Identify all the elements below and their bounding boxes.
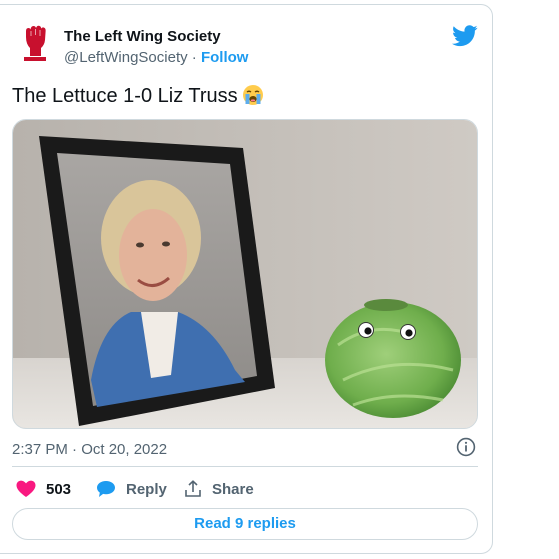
share-label: Share <box>212 480 254 498</box>
like-button[interactable]: 503 <box>16 479 71 499</box>
tweet-body: The Lettuce 1-0 Liz Truss <box>12 85 238 107</box>
read-replies-button[interactable]: Read 9 replies <box>12 508 478 540</box>
follow-button[interactable]: Follow <box>201 49 249 66</box>
loudly-crying-face-icon <box>242 85 263 105</box>
tweet-timestamp[interactable]: 2:37 PM · Oct 20, 2022 <box>12 441 167 458</box>
handle-separator: · <box>187 49 201 66</box>
reply-bubble-icon <box>97 481 115 497</box>
share-icon <box>185 480 201 497</box>
divider <box>12 466 478 467</box>
lettuce-and-portrait-photo <box>13 120 477 428</box>
heart-icon <box>16 480 36 497</box>
info-icon[interactable] <box>456 437 476 457</box>
twitter-bird-icon[interactable] <box>452 25 478 47</box>
reply-label: Reply <box>126 480 167 498</box>
share-button[interactable]: Share <box>184 479 254 499</box>
tweet-photo[interactable] <box>12 119 478 429</box>
reply-button[interactable]: Reply <box>96 479 167 499</box>
tweet-card: The Left Wing Society @LeftWingSociety ·… <box>0 4 493 554</box>
like-count: 503 <box>46 480 72 498</box>
tweet-text: The Lettuce 1-0 Liz Truss <box>12 84 264 108</box>
author-handle[interactable]: @LeftWingSociety <box>64 49 188 66</box>
avatar[interactable] <box>18 23 52 65</box>
author-handle-line: @LeftWingSociety · Follow <box>64 49 248 66</box>
author-display-name[interactable]: The Left Wing Society <box>64 28 221 45</box>
